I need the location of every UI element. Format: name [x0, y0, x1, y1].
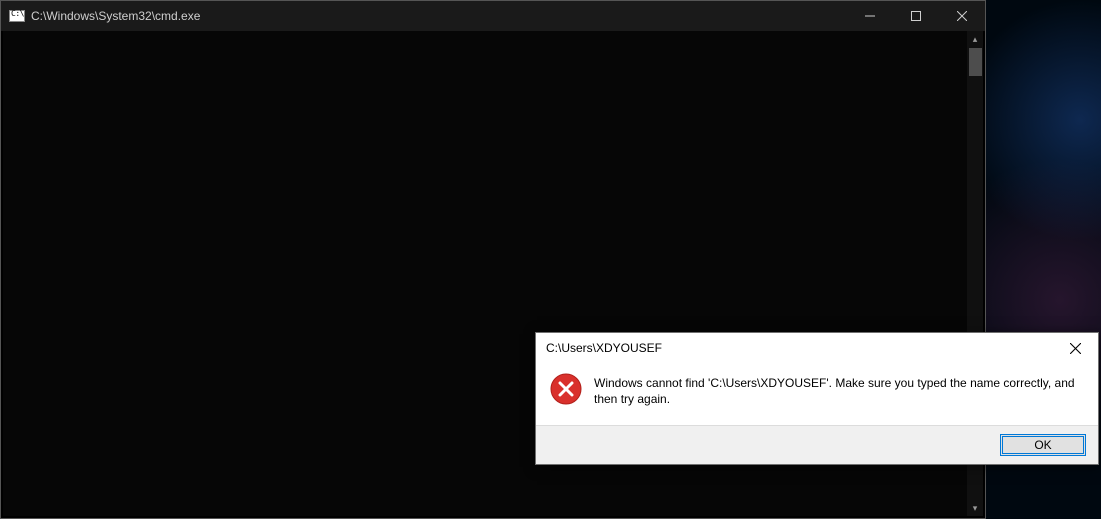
dialog-button-bar: OK	[536, 425, 1098, 464]
dialog-message: Windows cannot find 'C:\Users\XDYOUSEF'.…	[594, 373, 1084, 407]
dialog-body: Windows cannot find 'C:\Users\XDYOUSEF'.…	[536, 363, 1098, 425]
maximize-button[interactable]	[893, 1, 939, 31]
error-dialog: C:\Users\XDYOUSEF Windows cannot find 'C…	[535, 332, 1099, 465]
scroll-thumb[interactable]	[969, 48, 982, 76]
scroll-up-arrow-icon[interactable]: ▴	[967, 31, 983, 47]
dialog-close-button[interactable]	[1053, 333, 1098, 363]
cmd-titlebar[interactable]: C:\Windows\System32\cmd.exe	[1, 1, 985, 31]
cmd-icon	[9, 10, 25, 22]
cmd-title: C:\Windows\System32\cmd.exe	[31, 9, 200, 23]
close-button[interactable]	[939, 1, 985, 31]
scroll-down-arrow-icon[interactable]: ▾	[967, 500, 983, 516]
ok-button[interactable]: OK	[1000, 434, 1086, 456]
dialog-titlebar[interactable]: C:\Users\XDYOUSEF	[536, 333, 1098, 363]
minimize-button[interactable]	[847, 1, 893, 31]
error-icon	[550, 373, 582, 405]
dialog-title: C:\Users\XDYOUSEF	[546, 341, 1053, 355]
